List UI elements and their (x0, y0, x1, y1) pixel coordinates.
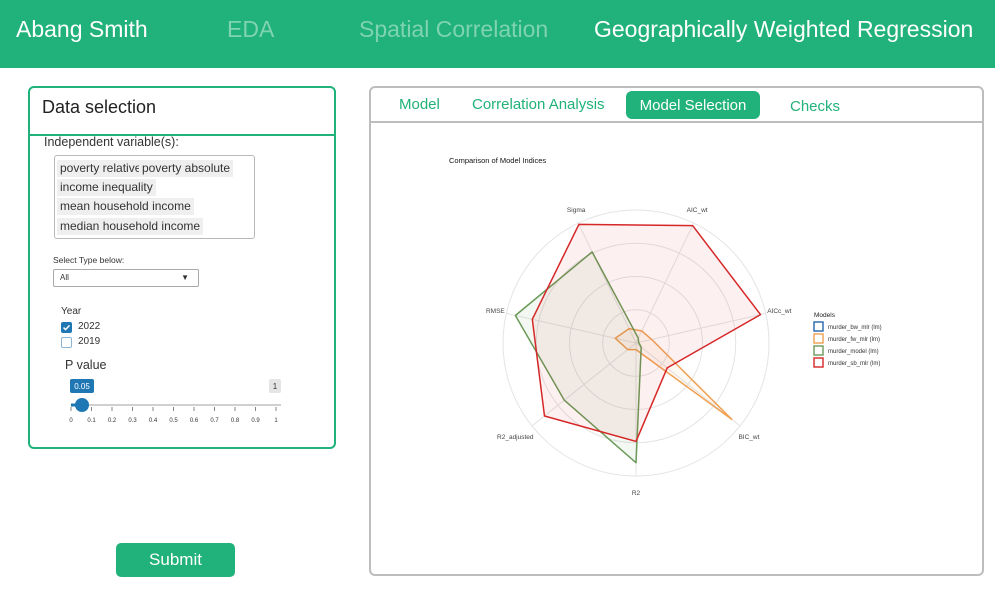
legend-label: murder_sb_mlr (lm) (828, 361, 880, 367)
axis-label: Sigma (567, 207, 586, 214)
check-icon (62, 324, 71, 331)
legend-swatch (813, 333, 824, 344)
radar-series (531, 223, 762, 443)
legend-label: murder_bw_mlr (lm) (828, 325, 882, 331)
axis-label: R2 (632, 490, 641, 497)
axis-label: RMSE (486, 308, 505, 315)
legend-label: murder_model (lm) (828, 349, 879, 355)
type-select-label: Select Type below: (53, 255, 125, 265)
year-2022-checkbox[interactable] (61, 322, 72, 333)
slider-tick-label: 0.5 (169, 418, 178, 424)
selected-variable-chip[interactable]: poverty absolute (139, 160, 234, 177)
slider-tick-label: 0.9 (251, 418, 260, 424)
axis-label: R2_adjusted (497, 434, 534, 441)
independent-variables-label: Independent variable(s): (44, 135, 179, 149)
slider-tick-label: 0.7 (210, 418, 219, 424)
slider-tick-label: 0 (69, 418, 73, 424)
submit-button[interactable]: Submit (116, 543, 235, 577)
slider-tick-label: 0.2 (108, 418, 117, 424)
legend-swatch (813, 345, 824, 356)
nav-gwr[interactable]: Geographically Weighted Regression (594, 16, 973, 43)
year-2019-checkbox[interactable] (61, 337, 72, 348)
axis-label: BIC_wt (738, 434, 759, 441)
slider-tick-label: 1 (274, 418, 278, 424)
chevron-down-icon: ▼ (181, 273, 189, 282)
legend-swatch (813, 357, 824, 368)
model-comparison-radar-chart: Comparison of Model Indices AIC_wt AICc_wt… (449, 156, 882, 497)
pvalue-label: P value (65, 358, 107, 372)
type-select[interactable]: All ▼ (53, 269, 199, 287)
axis-label: AICc_wt (767, 308, 791, 315)
slider-tick-label: 0.8 (231, 418, 240, 424)
axis-label: AIC_wt (687, 207, 708, 214)
panel-title: Data selection (42, 97, 157, 117)
selected-variable-chip[interactable]: mean household income (57, 198, 194, 215)
slider-tick-label: 0.1 (87, 418, 96, 424)
slider-tick-label: 0.4 (149, 418, 158, 424)
pvalue-slider[interactable]: 0.05 1 0 0.1 0.2 0.3 0.4 0.5 0.6 0.7 0.8 0.9 1 (60, 378, 290, 428)
slider-value-text: 0.05 (74, 382, 90, 391)
data-selection-panel: Data selection Independent variable(s): … (28, 86, 336, 449)
selected-variable-chip[interactable]: median household income (57, 218, 204, 235)
nav-eda[interactable]: EDA (227, 16, 274, 43)
slider-tick-label: 0.3 (128, 418, 137, 424)
independent-variables-select[interactable]: poverty relative poverty absolute income… (54, 155, 255, 239)
selected-variable-chip[interactable]: income inequality (57, 179, 156, 196)
year-2022-label: 2022 (78, 321, 101, 332)
legend-label: murder_fw_mlr (lm) (828, 337, 880, 343)
selected-variable-chip[interactable]: poverty relative (57, 160, 145, 177)
app-brand[interactable]: Abang Smith (16, 16, 148, 43)
type-select-value: All (60, 273, 69, 282)
slider-max-text: 1 (273, 382, 278, 391)
legend-title: Models (814, 312, 836, 319)
legend-swatch (813, 321, 824, 332)
year-label: Year (61, 306, 82, 317)
chart-title: Comparison of Model Indices (449, 156, 546, 165)
year-2019-label: 2019 (78, 336, 101, 347)
slider-handle[interactable] (75, 398, 89, 412)
main-tabs-panel: Model Correlation Analysis Model Selecti… (369, 86, 984, 576)
nav-spatial-correlation[interactable]: Spatial Correlation (359, 16, 548, 43)
slider-tick-label: 0.6 (190, 418, 199, 424)
top-navbar: Abang Smith EDA Spatial Correlation Geog… (0, 0, 995, 68)
